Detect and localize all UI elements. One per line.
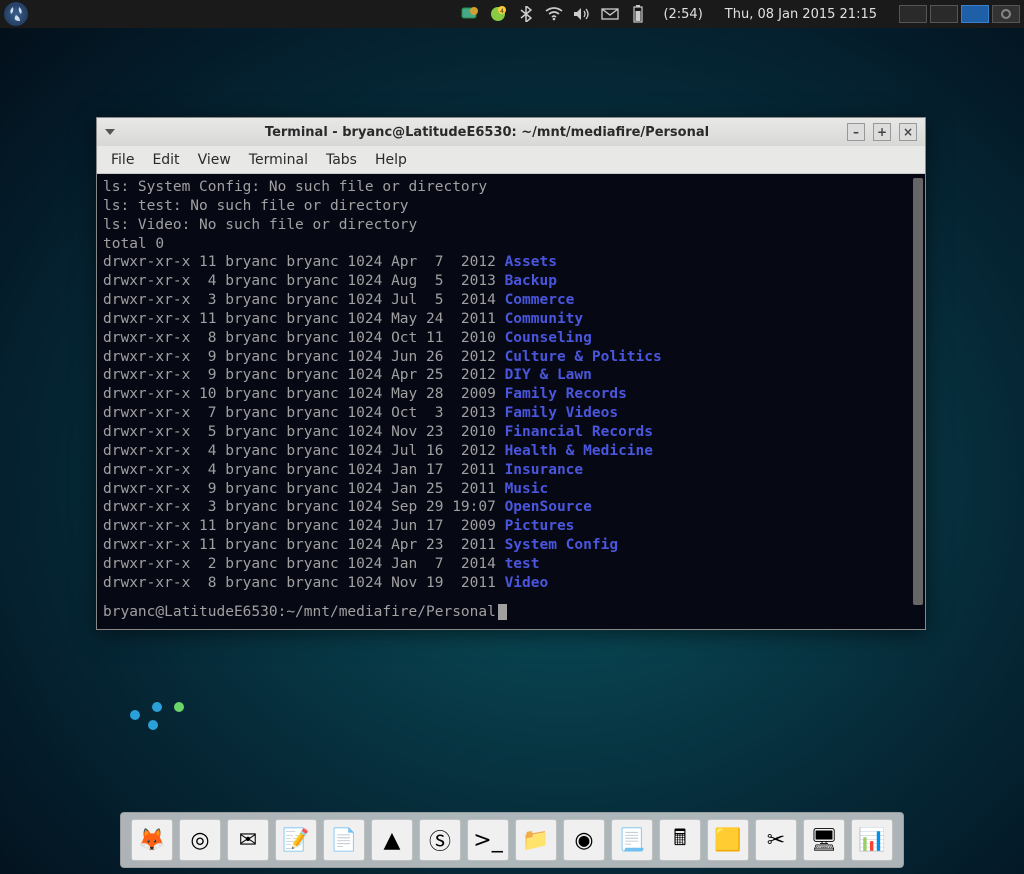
listing-row: drwxr-xr-x 3 bryanc bryanc 1024 Jul 5 20… xyxy=(103,291,919,310)
directory-name: OpenSource xyxy=(505,499,592,515)
listing-row: drwxr-xr-x 11 bryanc bryanc 1024 Apr 7 2… xyxy=(103,253,919,272)
directory-name: Culture & Politics xyxy=(505,349,662,365)
menu-view[interactable]: View xyxy=(198,152,231,168)
clock-time[interactable]: (2:54) xyxy=(657,7,708,22)
listing-row: drwxr-xr-x 11 bryanc bryanc 1024 Apr 23 … xyxy=(103,536,919,555)
terminal-body[interactable]: ls: System Config: No such file or direc… xyxy=(97,174,925,629)
desktop-decoration xyxy=(130,710,184,720)
directory-name: Health & Medicine xyxy=(505,443,653,459)
menu-help[interactable]: Help xyxy=(375,152,407,168)
notes-icon[interactable]: 📄 xyxy=(323,819,365,861)
vlc-icon[interactable]: ▲ xyxy=(371,819,413,861)
menubar: File Edit View Terminal Tabs Help xyxy=(97,146,925,174)
menu-tabs[interactable]: Tabs xyxy=(326,152,357,168)
chromium-icon[interactable]: ◎ xyxy=(179,819,221,861)
directory-name: Family Records xyxy=(505,386,627,402)
mail-icon[interactable]: ✉ xyxy=(227,819,269,861)
listing-row: drwxr-xr-x 7 bryanc bryanc 1024 Oct 3 20… xyxy=(103,404,919,423)
svg-text:4: 4 xyxy=(501,8,505,15)
volume-icon[interactable] xyxy=(573,5,591,23)
directory-name: Insurance xyxy=(505,462,584,478)
close-button[interactable]: × xyxy=(899,123,917,141)
listing-row: drwxr-xr-x 4 bryanc bryanc 1024 Aug 5 20… xyxy=(103,272,919,291)
monitor-icon[interactable]: 📊 xyxy=(851,819,893,861)
window-menu-caret-icon[interactable] xyxy=(105,129,115,135)
workspace-4[interactable] xyxy=(992,5,1020,23)
listing-row: drwxr-xr-x 11 bryanc bryanc 1024 Jun 17 … xyxy=(103,517,919,536)
titlebar[interactable]: Terminal - bryanc@LatitudeE6530: ~/mnt/m… xyxy=(97,118,925,146)
listing-row: drwxr-xr-x 5 bryanc bryanc 1024 Nov 23 2… xyxy=(103,423,919,442)
directory-name: Pictures xyxy=(505,518,575,534)
workspace-1[interactable] xyxy=(899,5,927,23)
directory-name: Financial Records xyxy=(505,424,653,440)
applications-menu-icon[interactable] xyxy=(4,2,28,26)
scrollbar[interactable] xyxy=(913,178,923,605)
listing-row: drwxr-xr-x 9 bryanc bryanc 1024 Apr 25 2… xyxy=(103,366,919,385)
listing-row: drwxr-xr-x 9 bryanc bryanc 1024 Jun 26 2… xyxy=(103,348,919,367)
listing-row: drwxr-xr-x 8 bryanc bryanc 1024 Nov 19 2… xyxy=(103,574,919,593)
clock-date[interactable]: Thu, 08 Jan 2015 21:15 xyxy=(719,7,883,22)
cursor xyxy=(498,604,507,620)
terminal-window: Terminal - bryanc@LatitudeE6530: ~/mnt/m… xyxy=(96,117,926,630)
display-icon[interactable]: 🖥 xyxy=(803,819,845,861)
listing-row: drwxr-xr-x 4 bryanc bryanc 1024 Jul 16 2… xyxy=(103,442,919,461)
display-setting-icon[interactable] xyxy=(461,5,479,23)
listing-row: drwxr-xr-x 2 bryanc bryanc 1024 Jan 7 20… xyxy=(103,555,919,574)
tools-icon[interactable]: ✂ xyxy=(755,819,797,861)
prompt-line: bryanc@LatitudeE6530:~/mnt/mediafire/Per… xyxy=(103,603,919,622)
directory-name: Backup xyxy=(505,273,557,289)
calculator-icon[interactable]: 🖩 xyxy=(659,819,701,861)
top-panel: 4 (2:54) Thu, 08 Jan 2015 21:15 xyxy=(0,0,1024,28)
error-line: ls: Video: No such file or directory xyxy=(103,216,919,235)
terminal-icon[interactable]: >_ xyxy=(467,819,509,861)
filemanager-icon[interactable]: 📁 xyxy=(515,819,557,861)
error-line: ls: System Config: No such file or direc… xyxy=(103,178,919,197)
text-icon[interactable]: 📃 xyxy=(611,819,653,861)
wifi-icon[interactable] xyxy=(545,5,563,23)
menu-terminal[interactable]: Terminal xyxy=(249,152,308,168)
directory-name: Community xyxy=(505,311,584,327)
editor-icon[interactable]: 📝 xyxy=(275,819,317,861)
directory-name: System Config xyxy=(505,537,619,553)
skype-icon[interactable]: Ⓢ xyxy=(419,819,461,861)
directory-name: Video xyxy=(505,575,549,591)
listing-row: drwxr-xr-x 4 bryanc bryanc 1024 Jan 17 2… xyxy=(103,461,919,480)
bluetooth-icon[interactable] xyxy=(517,5,535,23)
listing-row: drwxr-xr-x 8 bryanc bryanc 1024 Oct 11 2… xyxy=(103,329,919,348)
directory-name: Commerce xyxy=(505,292,575,308)
directory-name: Counseling xyxy=(505,330,592,346)
disk-icon[interactable]: ◉ xyxy=(563,819,605,861)
menu-edit[interactable]: Edit xyxy=(152,152,179,168)
maximize-button[interactable]: + xyxy=(873,123,891,141)
error-line: ls: test: No such file or directory xyxy=(103,197,919,216)
workspace-3[interactable] xyxy=(961,5,989,23)
workspace-2[interactable] xyxy=(930,5,958,23)
messenger-icon[interactable]: 4 xyxy=(489,5,507,23)
window-title: Terminal - bryanc@LatitudeE6530: ~/mnt/m… xyxy=(127,125,847,140)
menu-file[interactable]: File xyxy=(111,152,134,168)
listing-row: drwxr-xr-x 9 bryanc bryanc 1024 Jan 25 2… xyxy=(103,480,919,499)
firefox-icon[interactable]: 🦊 xyxy=(131,819,173,861)
listing-row: drwxr-xr-x 10 bryanc bryanc 1024 May 28 … xyxy=(103,385,919,404)
directory-name: Music xyxy=(505,481,549,497)
mail-indicator-icon[interactable] xyxy=(601,5,619,23)
directory-name: Assets xyxy=(505,254,557,270)
dock: 🦊◎✉📝📄▲Ⓢ>_📁◉📃🖩🟨✂🖥📊 xyxy=(120,812,904,868)
listing-row: drwxr-xr-x 11 bryanc bryanc 1024 May 24 … xyxy=(103,310,919,329)
listing-row: drwxr-xr-x 3 bryanc bryanc 1024 Sep 29 1… xyxy=(103,498,919,517)
directory-name: Family Videos xyxy=(505,405,619,421)
minimize-button[interactable]: – xyxy=(847,123,865,141)
directory-name: test xyxy=(505,556,540,572)
battery-icon[interactable] xyxy=(629,5,647,23)
total-line: total 0 xyxy=(103,235,919,254)
workspace-switcher[interactable] xyxy=(899,5,1020,23)
stickynote-icon[interactable]: 🟨 xyxy=(707,819,749,861)
directory-name: DIY & Lawn xyxy=(505,367,592,383)
